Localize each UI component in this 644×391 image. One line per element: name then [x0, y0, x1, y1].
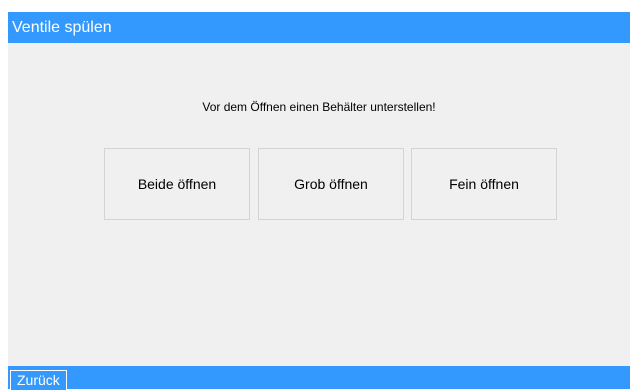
container-warning-text: Vor dem Öffnen einen Behälter unterstell… — [202, 100, 436, 114]
flush-valves-screen: Ventile spülen Vor dem Öffnen einen Behä… — [8, 12, 630, 391]
back-button[interactable]: Zurück — [10, 370, 67, 391]
page-title: Ventile spülen — [12, 19, 112, 36]
footer-bar: Zurück — [8, 366, 630, 391]
open-coarse-button[interactable]: Grob öffnen — [258, 148, 404, 220]
title-bar: Ventile spülen — [8, 12, 630, 43]
open-both-button[interactable]: Beide öffnen — [104, 148, 250, 220]
open-fine-button[interactable]: Fein öffnen — [411, 148, 557, 220]
